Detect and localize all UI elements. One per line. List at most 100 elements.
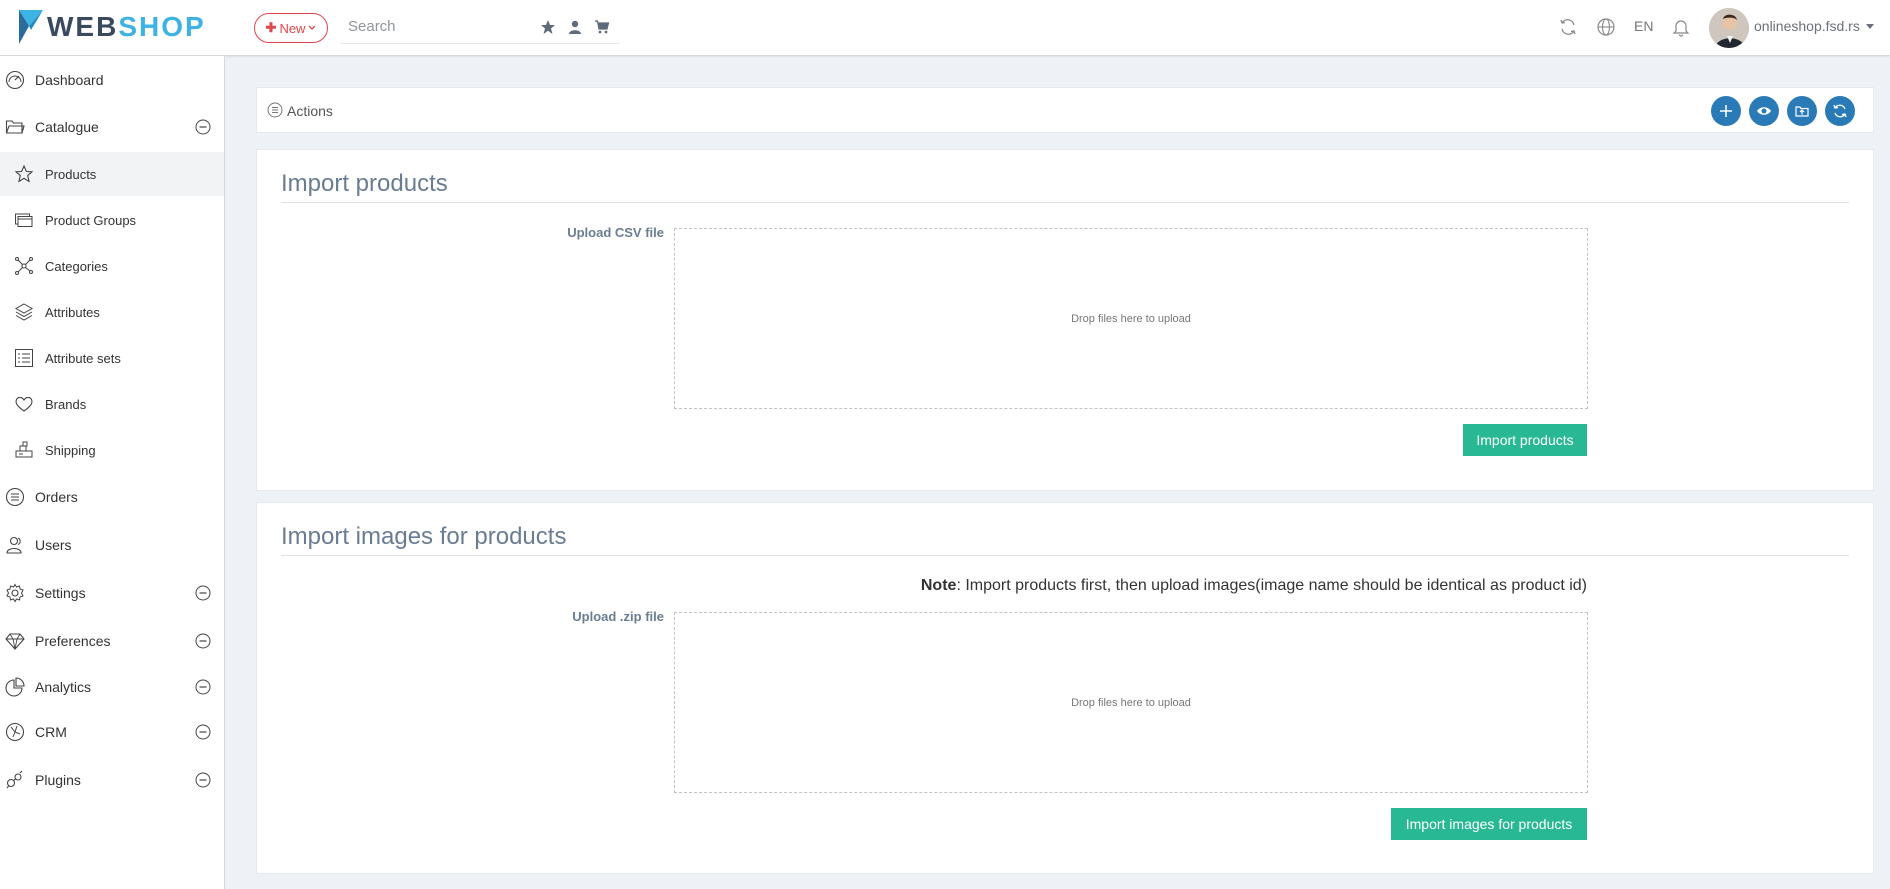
folder-icon [5, 120, 25, 134]
sidebar-item-products[interactable]: Products [0, 152, 224, 196]
dropzone-text: Drop files here to upload [1071, 312, 1191, 325]
collapse-icon[interactable] [195, 772, 211, 788]
import-products-button[interactable]: Import products [1463, 424, 1587, 456]
bell-icon[interactable] [1671, 17, 1691, 37]
shipping-icon [15, 441, 33, 458]
sidebar-item-categories[interactable]: Categories [0, 244, 224, 288]
sidebar-item-orders[interactable]: Orders [0, 475, 224, 519]
avatar[interactable] [1709, 8, 1749, 48]
language-selector[interactable]: EN [1634, 18, 1653, 34]
sidebar-item-brands[interactable]: Brands [0, 382, 224, 426]
globe-icon[interactable] [1596, 17, 1616, 37]
heart-icon [15, 396, 33, 412]
sidebar-item-label: Categories [45, 258, 108, 274]
top-bar: WEBSHOP ✚ New EN onlineshop.fsd.rs [0, 0, 1890, 56]
user-menu[interactable]: onlineshop.fsd.rs [1754, 18, 1860, 34]
users-icon [6, 536, 22, 554]
sidebar-item-dashboard[interactable]: Dashboard [0, 58, 224, 102]
refresh-icon[interactable] [1558, 17, 1578, 37]
plugins-icon [6, 770, 23, 789]
sidebar-item-label: Attributes [45, 304, 100, 320]
sidebar-item-label: Settings [35, 585, 86, 601]
sidebar-item-label: Preferences [35, 633, 111, 649]
star-icon [14, 164, 34, 183]
orders-icon [5, 487, 25, 507]
user-photo-icon [1709, 8, 1749, 48]
new-button-label: New [279, 20, 306, 36]
collapse-icon[interactable] [195, 585, 211, 601]
collapse-icon[interactable] [195, 724, 211, 740]
sidebar-item-label: Product Groups [45, 212, 137, 228]
sidebar-item-label: Dashboard [35, 72, 104, 88]
csv-dropzone[interactable]: Drop files here to upload [674, 228, 1588, 409]
sidebar-item-catalogue[interactable]: Catalogue [0, 105, 224, 149]
sidebar-item-crm[interactable]: CRM [0, 710, 224, 754]
categories-icon [15, 257, 33, 275]
sidebar-item-plugins[interactable]: Plugins [0, 758, 224, 802]
sidebar-item-label: Plugins [35, 772, 81, 788]
sidebar-item-attribute-sets[interactable]: Attribute sets [0, 336, 224, 380]
actions-menu-icon[interactable] [267, 102, 283, 118]
sidebar-item-label: Attribute sets [45, 350, 121, 366]
sidebar-item-label: CRM [35, 724, 67, 740]
sidebar-item-attributes[interactable]: Attributes [0, 290, 224, 334]
folder-upload-icon [1795, 106, 1809, 117]
cart-filter-icon[interactable] [594, 19, 610, 35]
import-images-button[interactable]: Import images for products [1391, 808, 1587, 840]
crm-icon [5, 722, 25, 742]
plus-icon [1720, 105, 1732, 117]
dashboard-icon [5, 70, 25, 90]
user-filter-icon[interactable] [567, 19, 583, 35]
webshop-logo[interactable]: WEBSHOP [17, 8, 206, 46]
sidebar-item-users[interactable]: Users [0, 523, 224, 567]
sidebar-item-settings[interactable]: Settings [0, 571, 224, 615]
search-bar [340, 12, 620, 44]
actions-label: Actions [287, 103, 333, 119]
gear-icon [6, 583, 24, 603]
upload-button[interactable] [1787, 96, 1817, 126]
sync-button[interactable] [1825, 96, 1855, 126]
sidebar-item-label: Brands [45, 396, 87, 412]
sidebar-item-label: Analytics [35, 679, 92, 695]
note-text: : Import products first, then upload ima… [956, 577, 1587, 594]
sidebar-item-product-groups[interactable]: Product Groups [0, 198, 224, 242]
import-products-panel: Import products Upload CSV file Drop fil… [256, 149, 1874, 491]
layers-icon [14, 303, 34, 321]
add-button[interactable] [1711, 96, 1741, 126]
sync-icon [1833, 104, 1847, 118]
collapse-icon[interactable] [195, 119, 211, 135]
import-note: Note: Import products first, then upload… [921, 577, 1587, 595]
collapse-icon[interactable] [195, 633, 211, 649]
collapse-icon[interactable] [195, 679, 211, 695]
user-caret-icon[interactable] [1866, 24, 1874, 29]
eye-icon [1757, 107, 1771, 115]
star-filter-icon[interactable] [540, 19, 556, 35]
logo-text: WEBSHOP [47, 11, 206, 42]
sidebar-item-label: Products [45, 166, 97, 182]
pie-chart-icon [5, 677, 25, 697]
logo-flag-icon [19, 10, 43, 44]
divider [281, 202, 1849, 203]
upload-csv-label: Upload CSV file [567, 225, 664, 240]
sidebar-item-label: Users [35, 537, 72, 553]
sidebar-item-label: Catalogue [35, 119, 99, 135]
view-button[interactable] [1749, 96, 1779, 126]
chevron-down-icon [308, 25, 316, 30]
import-images-panel: Import images for products Note: Import … [256, 502, 1874, 874]
list-icon [15, 349, 33, 367]
plus-icon: ✚ [265, 20, 277, 35]
zip-dropzone[interactable]: Drop files here to upload [674, 612, 1588, 793]
sidebar-item-preferences[interactable]: Preferences [0, 619, 224, 663]
sidebar-item-analytics[interactable]: Analytics [0, 665, 224, 709]
sidebar: Dashboard Catalogue Products Product Gro… [0, 56, 225, 889]
import-images-title: Import images for products [281, 523, 567, 550]
note-label: Note [920, 577, 957, 594]
actions-bar: Actions [256, 87, 1874, 133]
divider [281, 555, 1849, 556]
dropzone-text: Drop files here to upload [1071, 696, 1191, 709]
new-button[interactable]: ✚ New [254, 13, 328, 43]
sidebar-item-shipping[interactable]: Shipping [0, 428, 224, 472]
product-groups-icon [15, 213, 33, 227]
sidebar-item-label: Orders [35, 489, 78, 505]
search-input[interactable] [348, 18, 528, 35]
